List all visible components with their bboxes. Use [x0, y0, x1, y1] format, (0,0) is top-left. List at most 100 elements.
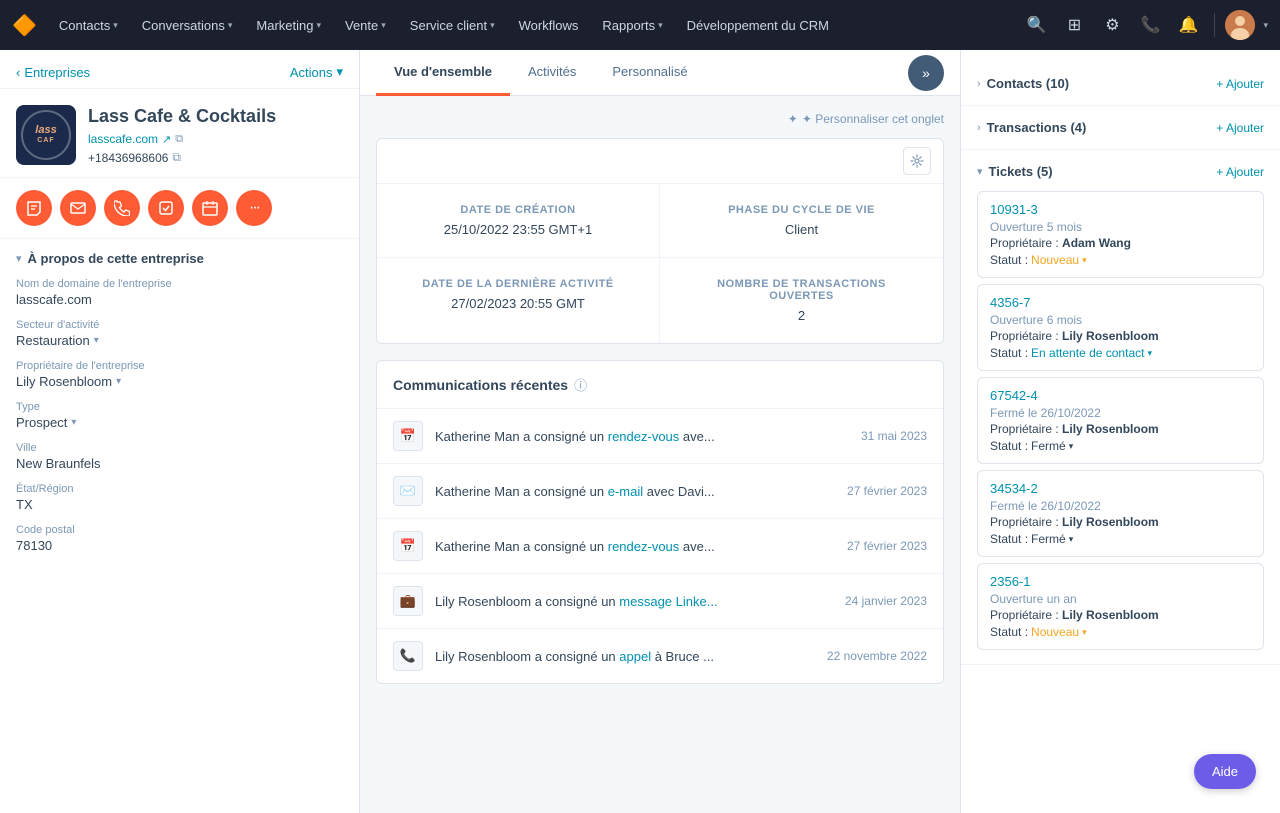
overview-lifecycle: PHASE DU CYCLE DE VIE Client [660, 184, 943, 258]
copy-phone-icon[interactable]: ⧉ [172, 150, 181, 165]
user-avatar[interactable] [1225, 10, 1255, 40]
ticket-owner: Propriétaire : Lily Rosenbloom [990, 329, 1251, 343]
status-badge[interactable]: Fermé ▾ [1031, 439, 1073, 453]
communications-header: Communications récentes ⓘ [377, 361, 943, 409]
status-chevron-icon: ▾ [1147, 348, 1152, 359]
chevron-down-icon: ▾ [16, 252, 22, 265]
tab-activites[interactable]: Activités [510, 50, 594, 96]
communication-item: ✉️ Katherine Man a consigné un e-mail av… [377, 464, 943, 519]
notifications-icon[interactable]: 🔔 [1172, 9, 1204, 41]
nav-workflows[interactable]: Workflows [509, 12, 589, 39]
status-chevron-icon: ▾ [1082, 627, 1087, 638]
company-phone: +18436968606 ⧉ [88, 150, 276, 165]
communication-item: 📅 Katherine Man a consigné un rendez-vou… [377, 409, 943, 464]
nav-contacts[interactable]: Contacts ▾ [49, 12, 128, 39]
ticket-id[interactable]: 67542-4 [990, 388, 1251, 403]
contacts-section-header[interactable]: › Contacts (10) + Ajouter [961, 70, 1280, 97]
main-layout: ‹ Entreprises Actions ▾ lass CAF Lass Ca… [0, 50, 1280, 813]
status-badge[interactable]: Fermé ▾ [1031, 532, 1073, 546]
settings-icon[interactable]: ⚙ [1096, 9, 1128, 41]
nav-divider [1214, 13, 1215, 37]
comm-link[interactable]: appel [619, 649, 651, 664]
ticket-status: Statut : Fermé ▾ [990, 439, 1251, 453]
phone-icon[interactable]: 📞 [1134, 9, 1166, 41]
comm-text: Katherine Man a consigné un rendez-vous … [435, 429, 849, 444]
status-badge[interactable]: Nouveau ▾ [1031, 253, 1087, 267]
ticket-id[interactable]: 4356-7 [990, 295, 1251, 310]
field-postal: Code postal 78130 [16, 524, 343, 553]
tab-vue-ensemble[interactable]: Vue d'ensemble [376, 50, 510, 96]
ticket-id[interactable]: 10931-3 [990, 202, 1251, 217]
ticket-owner: Propriétaire : Adam Wang [990, 236, 1251, 250]
comm-link[interactable]: message Linke... [619, 594, 717, 609]
ticket-id[interactable]: 34534-2 [990, 481, 1251, 496]
personalize-link[interactable]: ✦ ✦ Personnaliser cet onglet [788, 112, 944, 126]
ticket-meta: Fermé le 26/10/2022 [990, 406, 1251, 420]
nav-service-client[interactable]: Service client ▾ [400, 12, 505, 39]
comm-link[interactable]: rendez-vous [608, 429, 680, 444]
transactions-section-header[interactable]: › Transactions (4) + Ajouter [961, 114, 1280, 141]
more-actions-button[interactable]: ··· [236, 190, 272, 226]
call-button[interactable] [104, 190, 140, 226]
add-ticket-link[interactable]: + Ajouter [1216, 165, 1264, 179]
add-transaction-link[interactable]: + Ajouter [1216, 121, 1264, 135]
communication-item: 💼 Lily Rosenbloom a consigné un message … [377, 574, 943, 629]
nav-rapports[interactable]: Rapports ▾ [592, 12, 672, 39]
company-name: Lass Cafe & Cocktails [88, 105, 276, 128]
add-contact-link[interactable]: + Ajouter [1216, 77, 1264, 91]
meeting-icon: 📅 [393, 531, 423, 561]
search-icon[interactable]: 🔍 [1020, 9, 1052, 41]
nav-right-icons: 🔍 ⊞ ⚙ 📞 🔔 ▾ [1020, 9, 1268, 41]
dropdown-icon[interactable]: ▾ [94, 335, 99, 346]
avatar-chevron-icon[interactable]: ▾ [1263, 20, 1268, 31]
left-sidebar: ‹ Entreprises Actions ▾ lass CAF Lass Ca… [0, 50, 360, 813]
tickets-list: 10931-3 Ouverture 5 mois Propriétaire : … [961, 191, 1280, 650]
ticket-id[interactable]: 2356-1 [990, 574, 1251, 589]
meeting-icon: 📅 [393, 421, 423, 451]
nav-vente[interactable]: Vente ▾ [335, 12, 396, 39]
comm-text: Katherine Man a consigné un rendez-vous … [435, 539, 835, 554]
ticket-owner: Propriétaire : Lily Rosenbloom [990, 608, 1251, 622]
overview-grid: DATE DE CRÉATION 25/10/2022 23:55 GMT+1 … [377, 184, 943, 343]
info-icon[interactable]: ⓘ [574, 375, 587, 394]
task-button[interactable] [148, 190, 184, 226]
hubspot-logo[interactable]: 🔶 [12, 13, 37, 38]
overview-last-activity: DATE DE LA DERNIÈRE ACTIVITÉ 27/02/2023 … [377, 258, 660, 343]
email-button[interactable] [60, 190, 96, 226]
copy-icon[interactable]: ⧉ [175, 133, 183, 146]
chevron-down-icon: ▾ [228, 20, 233, 31]
actions-button[interactable]: Actions ▾ [290, 64, 343, 80]
ticket-status: Statut : En attente de contact ▾ [990, 346, 1251, 360]
nav-marketing[interactable]: Marketing ▾ [246, 12, 331, 39]
about-section-toggle[interactable]: ▾ À propos de cette entreprise [16, 251, 343, 266]
right-sidebar: › Contacts (10) + Ajouter › Transactions… [960, 50, 1280, 813]
comm-link[interactable]: rendez-vous [608, 539, 680, 554]
help-button[interactable]: Aide [1194, 754, 1256, 789]
field-type: Type Prospect ▾ [16, 401, 343, 430]
right-section-tickets: ▾ Tickets (5) + Ajouter 10931-3 Ouvertur… [961, 150, 1280, 665]
dropdown-icon[interactable]: ▾ [116, 376, 121, 387]
dropdown-icon[interactable]: ▾ [71, 417, 76, 428]
status-badge[interactable]: Nouveau ▾ [1031, 625, 1087, 639]
marketplace-icon[interactable]: ⊞ [1058, 9, 1090, 41]
tickets-section-header[interactable]: ▾ Tickets (5) + Ajouter [961, 158, 1280, 185]
overview-card-header [377, 139, 943, 184]
overview-card: DATE DE CRÉATION 25/10/2022 23:55 GMT+1 … [376, 138, 944, 344]
nav-conversations[interactable]: Conversations ▾ [132, 12, 243, 39]
meeting-button[interactable] [192, 190, 228, 226]
note-button[interactable] [16, 190, 52, 226]
company-website-link[interactable]: lasscafe.com ↗ ⧉ [88, 132, 276, 146]
comm-link[interactable]: e-mail [608, 484, 643, 499]
back-to-companies[interactable]: ‹ Entreprises [16, 65, 90, 80]
tabs-expand-button[interactable]: » [908, 55, 944, 91]
overview-settings-button[interactable] [903, 147, 931, 175]
overview-creation-date: DATE DE CRÉATION 25/10/2022 23:55 GMT+1 [377, 184, 660, 258]
tab-personnalise[interactable]: Personnalisé [594, 50, 705, 96]
status-chevron-icon: ▾ [1069, 534, 1074, 545]
nav-crm[interactable]: Développement du CRM [677, 12, 839, 39]
ticket-meta: Ouverture 6 mois [990, 313, 1251, 327]
communications-list: 📅 Katherine Man a consigné un rendez-vou… [377, 409, 943, 683]
status-badge[interactable]: En attente de contact ▾ [1031, 346, 1152, 360]
communications-card: Communications récentes ⓘ 📅 Katherine Ma… [376, 360, 944, 684]
ticket-owner: Propriétaire : Lily Rosenbloom [990, 422, 1251, 436]
